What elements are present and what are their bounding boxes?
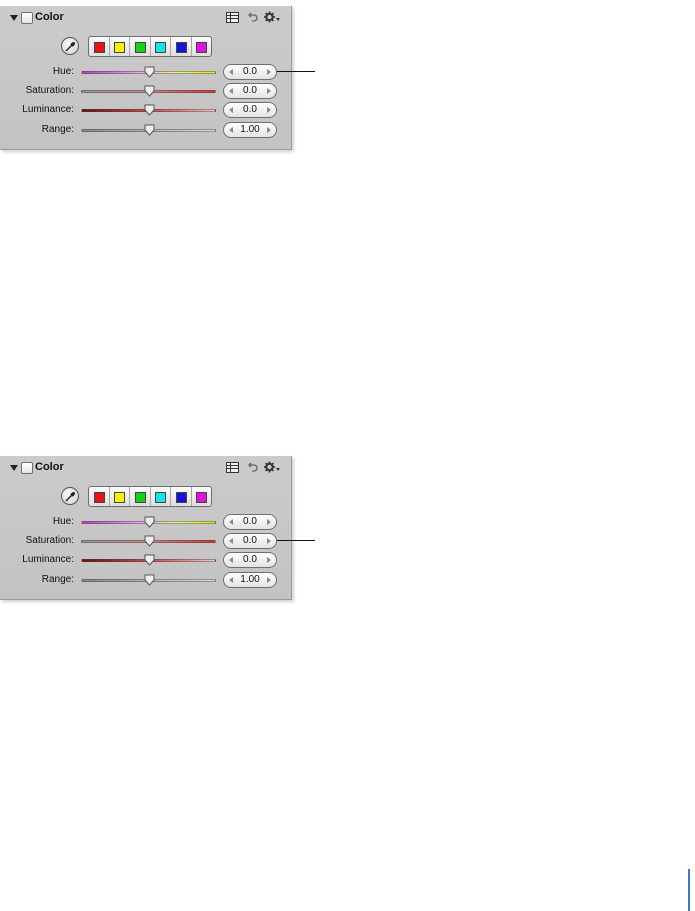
saturation-row: Saturation: 0.0 (0, 533, 292, 551)
eyedropper-button[interactable] (61, 487, 79, 505)
swatch-chip (134, 491, 146, 503)
swatch-chip (175, 491, 187, 503)
saturation-value-stepper[interactable]: 0.0 (223, 83, 277, 99)
hue-label: Hue: (52, 516, 74, 527)
swatch-chip (134, 41, 146, 53)
swatch-cyan[interactable] (151, 37, 171, 56)
range-value-stepper[interactable]: 1.00 (223, 572, 277, 588)
swatch-chip (114, 41, 126, 53)
swatch-chip (114, 491, 126, 503)
color-adjustment-panel: Color Hue: 0.0 Saturation: 0.0 Luminance… (0, 6, 292, 150)
hue-value-stepper[interactable]: 0.0 (223, 514, 277, 530)
presets-list-icon[interactable] (226, 12, 239, 23)
swatch-blue[interactable] (171, 37, 192, 56)
range-row: Range: 1.00 (0, 122, 292, 140)
swatch-red[interactable] (89, 37, 110, 56)
enable-checkbox[interactable] (21, 12, 33, 24)
saturation-slider-thumb[interactable] (144, 85, 155, 97)
range-row: Range: 1.00 (0, 572, 292, 590)
increment-arrow-icon[interactable] (267, 88, 271, 94)
swatch-chip (155, 491, 167, 503)
swatch-blue[interactable] (171, 487, 192, 506)
hue-slider-thumb[interactable] (144, 516, 155, 528)
luminance-slider-thumb[interactable] (144, 554, 155, 566)
swatch-chip (93, 491, 105, 503)
luminance-value-stepper[interactable]: 0.0 (223, 102, 277, 118)
swatch-green[interactable] (130, 37, 151, 56)
luminance-row: Luminance: 0.0 (0, 552, 292, 570)
luminance-label: Luminance: (22, 554, 74, 565)
luminance-label: Luminance: (22, 104, 74, 115)
gear-icon[interactable] (264, 11, 280, 23)
saturation-value-stepper[interactable]: 0.0 (223, 533, 277, 549)
swatch-yellow[interactable] (110, 487, 130, 506)
luminance-row: Luminance: 0.0 (0, 102, 292, 120)
saturation-label: Saturation: (25, 85, 74, 96)
page-margin-rule (688, 869, 690, 911)
swatch-chip (155, 41, 167, 53)
increment-arrow-icon[interactable] (267, 577, 271, 583)
swatch-magenta[interactable] (192, 37, 212, 56)
reset-arrow-icon[interactable] (248, 11, 258, 23)
panel-title: Color (35, 461, 64, 473)
swatch-magenta[interactable] (192, 487, 212, 506)
increment-arrow-icon[interactable] (267, 69, 271, 75)
increment-arrow-icon[interactable] (267, 127, 271, 133)
eyedropper-button[interactable] (61, 37, 79, 55)
reset-arrow-icon[interactable] (248, 461, 258, 473)
range-slider-thumb[interactable] (144, 574, 155, 586)
hue-label: Hue: (52, 66, 74, 77)
presets-list-icon[interactable] (226, 462, 239, 473)
range-value-stepper[interactable]: 1.00 (223, 122, 277, 138)
range-label: Range: (41, 574, 74, 585)
swatch-cyan[interactable] (151, 487, 171, 506)
hue-slider-thumb[interactable] (144, 66, 155, 78)
gear-icon[interactable] (264, 461, 280, 473)
eyedropper-icon (65, 42, 75, 52)
enable-checkbox[interactable] (21, 462, 33, 474)
saturation-label: Saturation: (25, 535, 74, 546)
swatch-chip (196, 491, 208, 503)
color-adjustment-panel: Color Hue: 0.0 Saturation: 0.0 Luminance… (0, 456, 292, 600)
swatch-chip (93, 41, 105, 53)
hue-value-stepper[interactable]: 0.0 (223, 64, 277, 80)
increment-arrow-icon[interactable] (267, 557, 271, 563)
saturation-slider-thumb[interactable] (144, 535, 155, 547)
disclosure-triangle-icon[interactable] (10, 15, 18, 21)
color-swatch-bar (88, 486, 212, 507)
hue-row: Hue: 0.0 (0, 514, 292, 532)
luminance-value-stepper[interactable]: 0.0 (223, 552, 277, 568)
hue-row: Hue: 0.0 (0, 64, 292, 82)
callout-line-saturation (277, 540, 315, 541)
callout-line-hue (277, 71, 315, 72)
swatch-yellow[interactable] (110, 37, 130, 56)
increment-arrow-icon[interactable] (267, 107, 271, 113)
swatch-chip (175, 41, 187, 53)
eyedropper-icon (65, 492, 75, 502)
increment-arrow-icon[interactable] (267, 519, 271, 525)
disclosure-triangle-icon[interactable] (10, 465, 18, 471)
range-slider-thumb[interactable] (144, 124, 155, 136)
panel-title: Color (35, 11, 64, 23)
swatch-green[interactable] (130, 487, 151, 506)
range-label: Range: (41, 124, 74, 135)
panel-header: Color (0, 456, 292, 480)
increment-arrow-icon[interactable] (267, 538, 271, 544)
swatch-red[interactable] (89, 487, 110, 506)
luminance-slider-thumb[interactable] (144, 104, 155, 116)
saturation-row: Saturation: 0.0 (0, 83, 292, 101)
color-swatch-bar (88, 36, 212, 57)
panel-header: Color (0, 6, 292, 30)
swatch-chip (196, 41, 208, 53)
